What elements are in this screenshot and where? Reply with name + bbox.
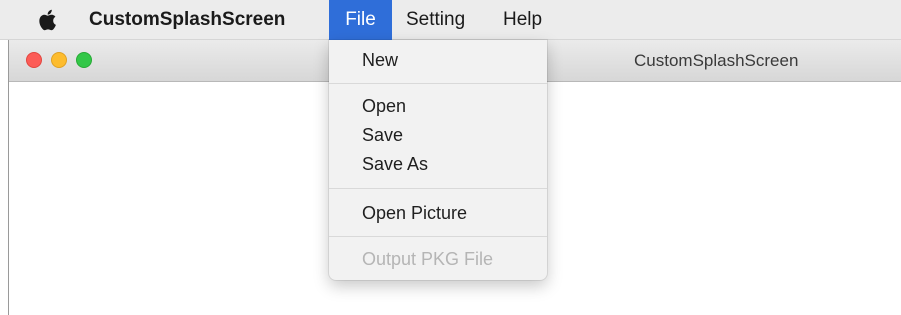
menu-item-output-pkg-file: Output PKG File bbox=[362, 249, 494, 269]
apple-logo-icon[interactable] bbox=[37, 8, 57, 32]
menu-help[interactable]: Help bbox=[503, 0, 542, 40]
menu-item-open[interactable]: Open bbox=[362, 94, 406, 118]
menu-separator bbox=[329, 188, 547, 189]
close-window-button[interactable] bbox=[26, 52, 42, 68]
menu-item-save[interactable]: Save bbox=[362, 123, 403, 147]
minimize-window-button[interactable] bbox=[51, 52, 67, 68]
app-name-menu[interactable]: CustomSplashScreen bbox=[89, 0, 285, 40]
screen: CustomSplashScreen CustomSplashScreen Fi… bbox=[0, 0, 901, 315]
menu-item-open-picture[interactable]: Open Picture bbox=[362, 201, 467, 225]
menu-bar: CustomSplashScreen File Setting Help bbox=[0, 0, 901, 40]
menu-separator bbox=[329, 83, 547, 84]
menu-separator bbox=[329, 236, 547, 237]
menu-item-new[interactable]: New bbox=[362, 48, 398, 72]
window-title: CustomSplashScreen bbox=[634, 51, 799, 70]
zoom-window-button[interactable] bbox=[76, 52, 92, 68]
menu-file[interactable]: File bbox=[329, 0, 392, 40]
file-menu-dropdown: New Open Save Save As Open Picture Outpu… bbox=[329, 40, 547, 280]
menu-setting[interactable]: Setting bbox=[406, 0, 465, 40]
menu-item-save-as[interactable]: Save As bbox=[362, 152, 428, 176]
